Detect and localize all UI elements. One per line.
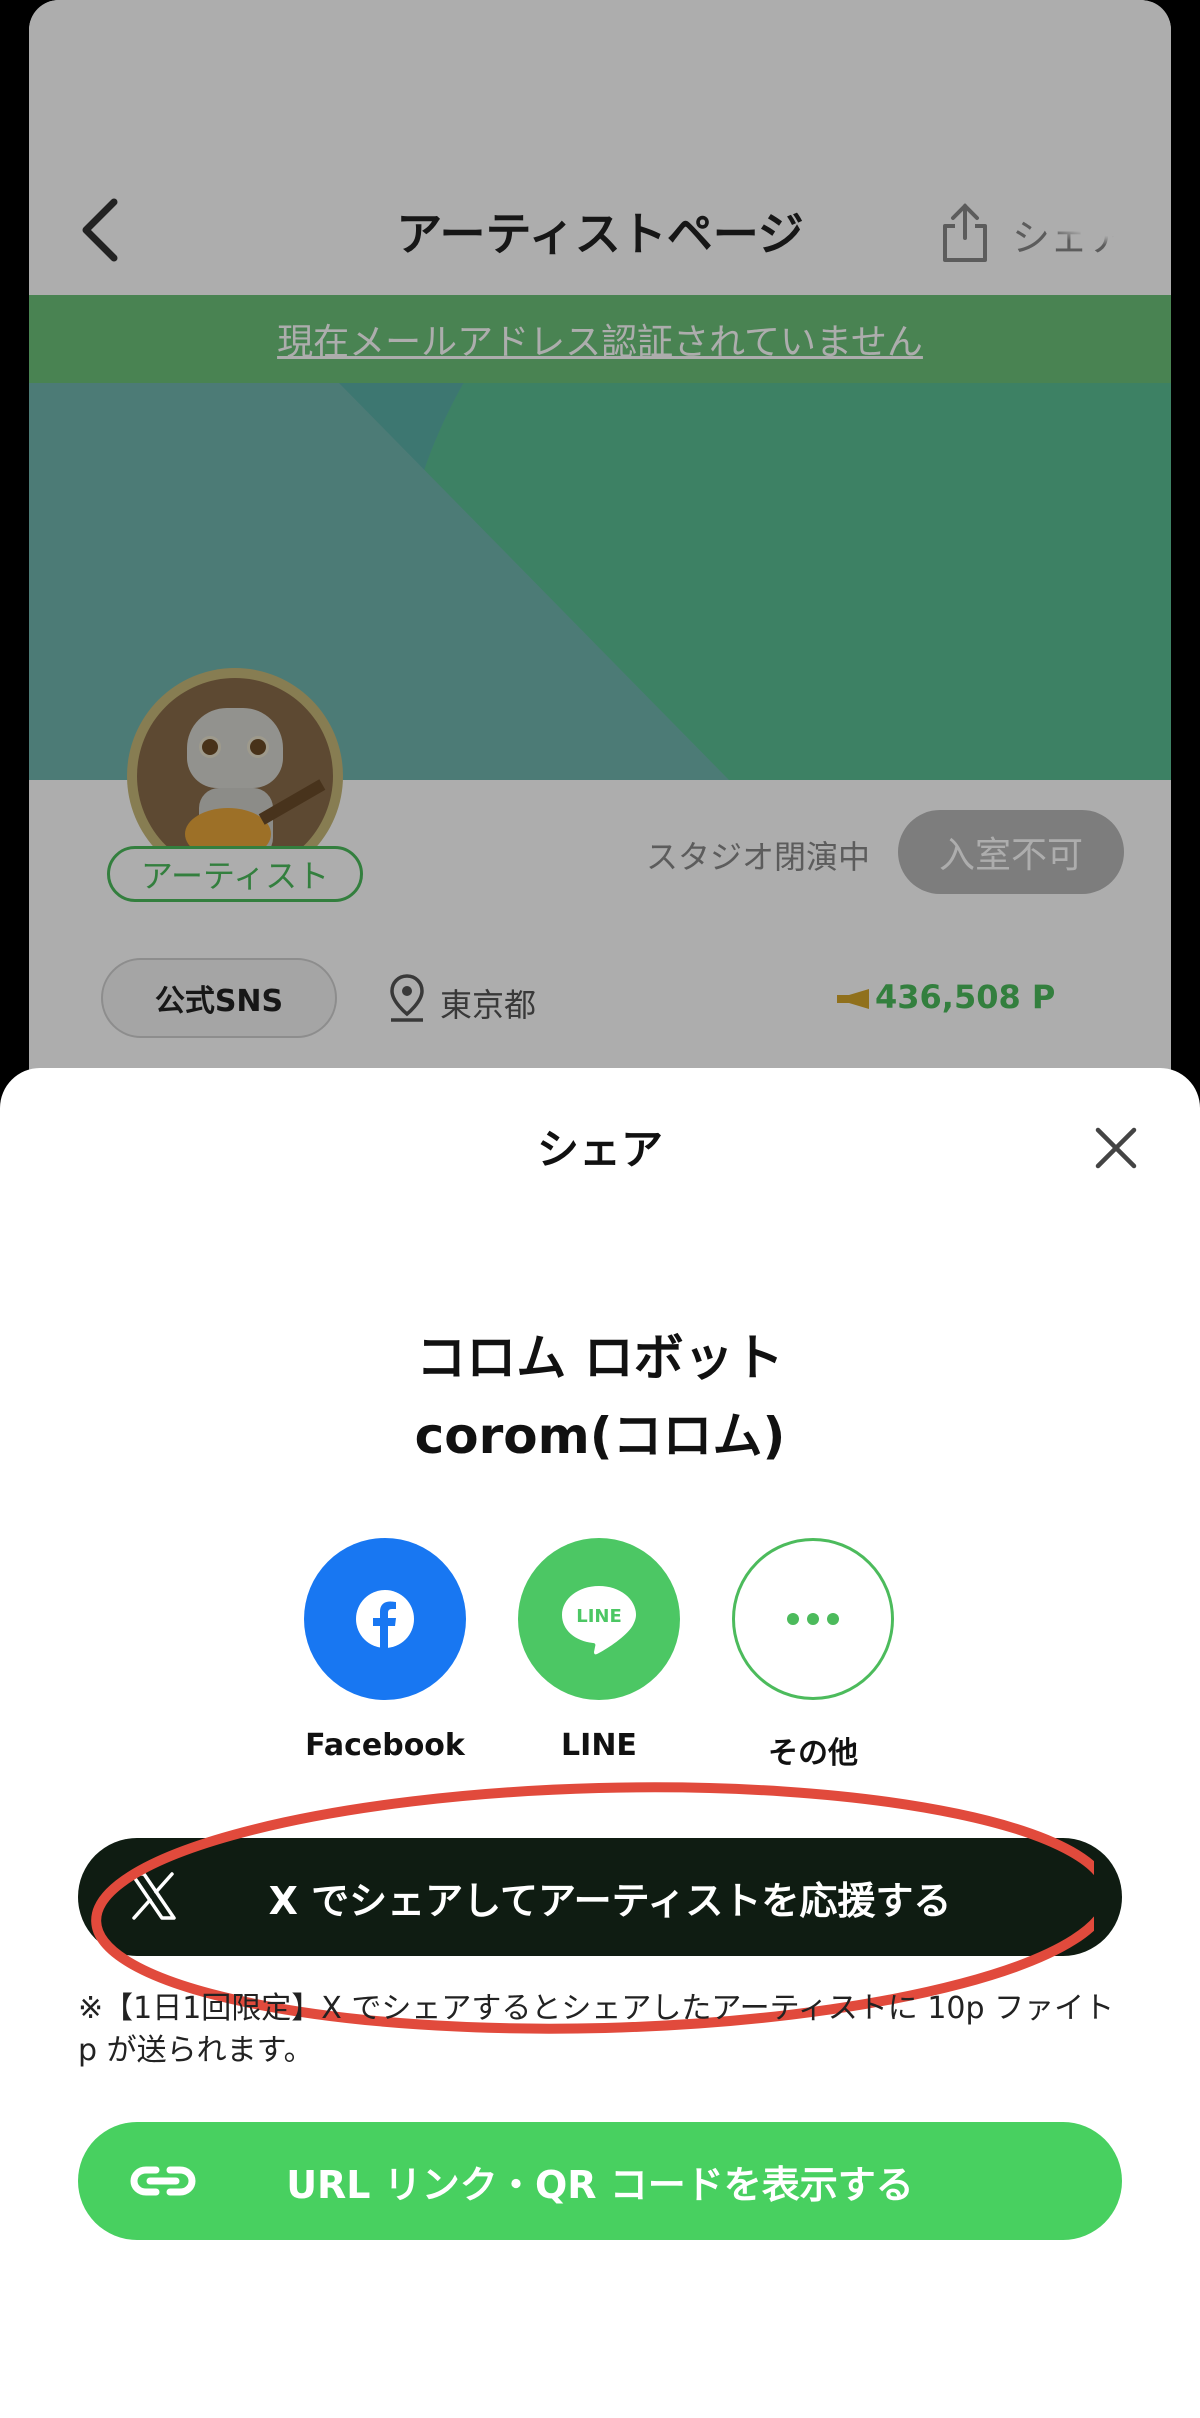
more-button[interactable] — [732, 1538, 894, 1700]
artist-subname: corom(コロム) — [414, 1407, 786, 1465]
facebook-button[interactable] — [304, 1538, 466, 1700]
close-icon[interactable] — [1090, 1122, 1142, 1174]
share-label-line: LINE — [561, 1728, 637, 1763]
x-logo-icon — [130, 1872, 176, 1920]
url-qr-button[interactable]: URL リンク・QR コードを表示する — [78, 2122, 1122, 2240]
artist-name: コロム ロボット — [416, 1329, 784, 1387]
url-qr-label: URL リンク・QR コードを表示する — [286, 2162, 914, 2207]
share-other[interactable]: その他 — [728, 1538, 898, 1772]
line-icon: LINE — [562, 1586, 636, 1655]
share-label-other: その他 — [768, 1736, 858, 1771]
svg-text:LINE: LINE — [576, 1606, 622, 1627]
sheet-title: シェア — [536, 1125, 663, 1174]
line-button[interactable]: LINE — [518, 1538, 680, 1700]
share-line[interactable]: LINE LINE — [514, 1538, 684, 1763]
link-icon — [130, 2166, 196, 2196]
facebook-icon — [356, 1590, 414, 1648]
x-share-label: X でシェアしてアーティストを応援する — [268, 1878, 952, 1923]
x-share-note: ※【1日1回限定】X でシェアするとシェアしたアーティストに 10p ファイト … — [78, 1991, 1115, 2068]
share-sheet: シェア コロム ロボット corom(コロム) Facebook LINE LI… — [0, 1068, 1200, 2418]
share-facebook[interactable]: Facebook — [300, 1538, 470, 1763]
share-label-facebook: Facebook — [305, 1728, 465, 1763]
x-share-button[interactable]: X でシェアしてアーティストを応援する — [78, 1838, 1122, 1956]
more-icon — [787, 1613, 839, 1625]
